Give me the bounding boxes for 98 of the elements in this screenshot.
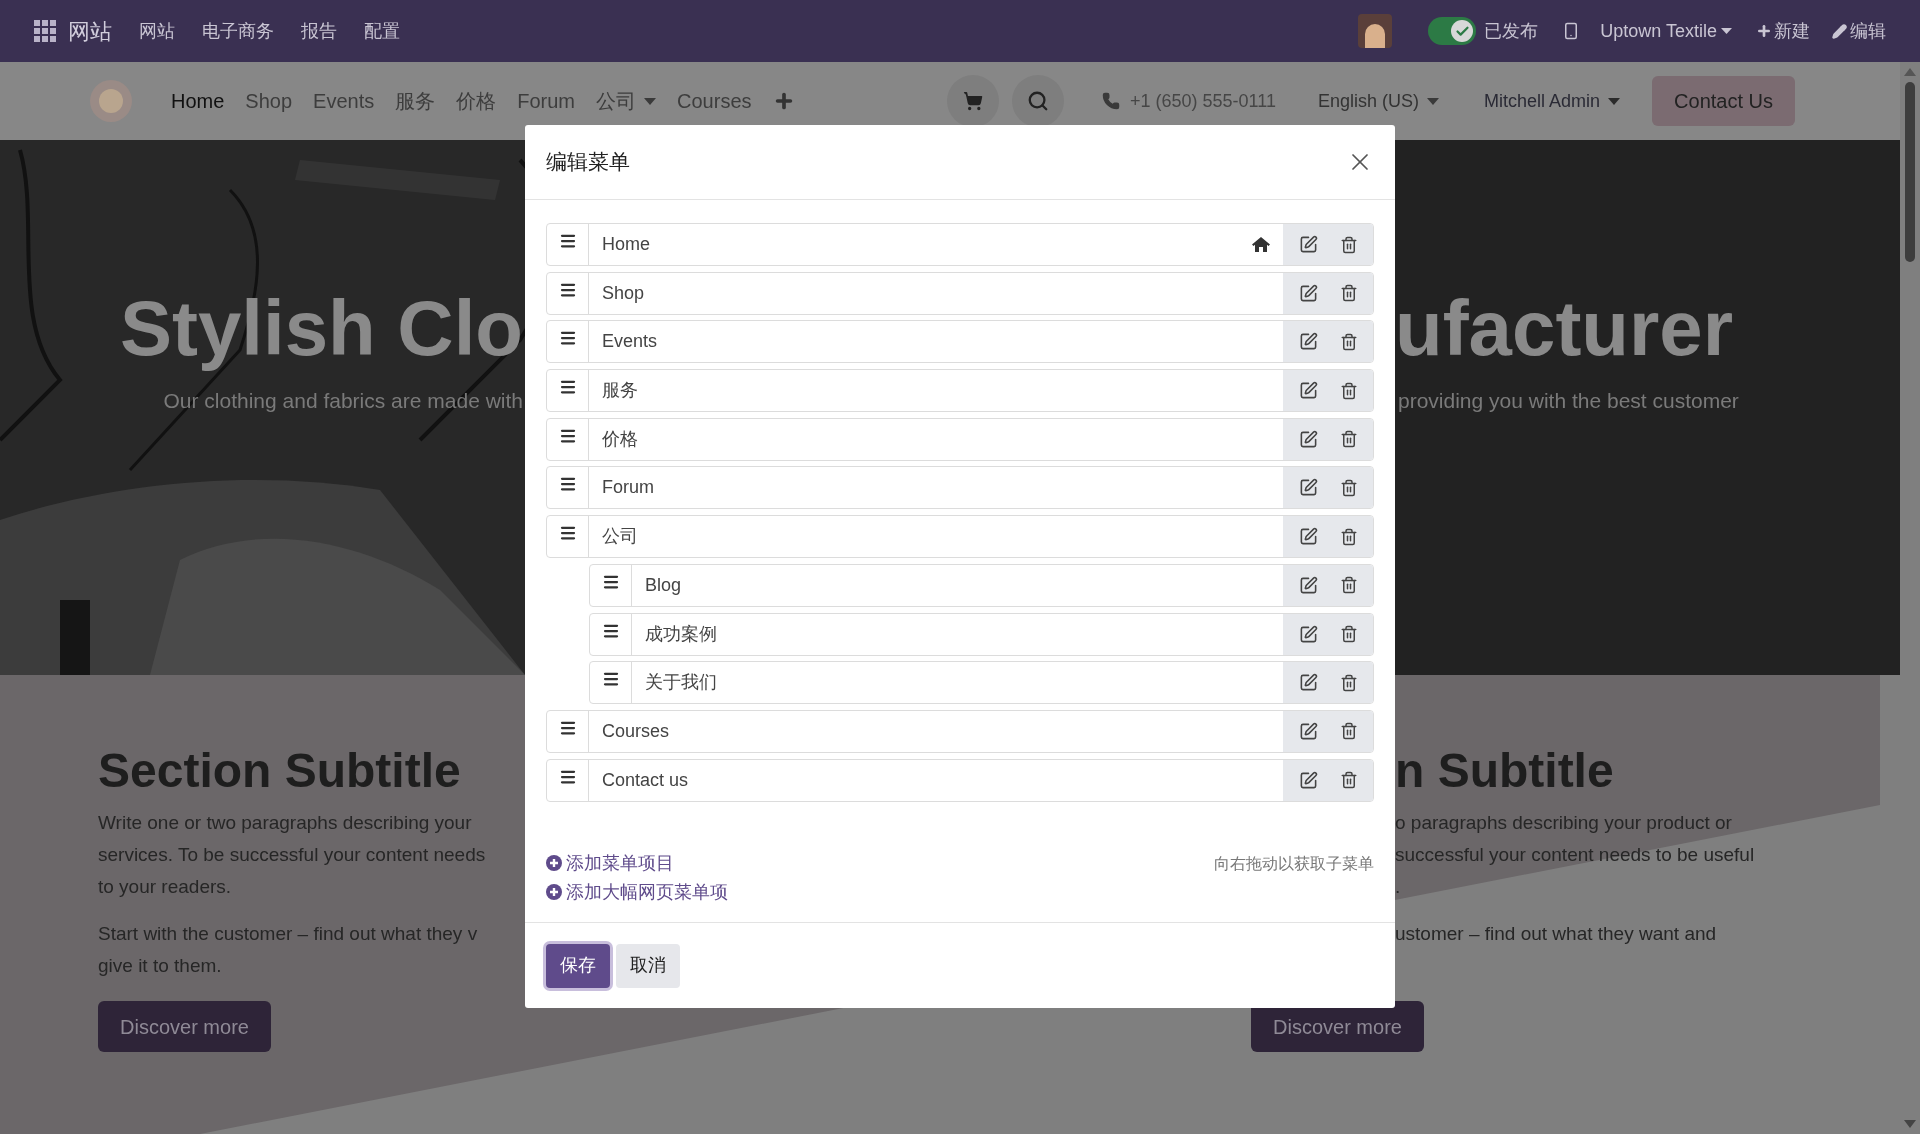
menu-item-label: Forum [602,476,654,500]
add-menu-link[interactable]: 添加大幅网页菜单项 [546,877,728,907]
edit-button[interactable]: 编辑 [1832,17,1886,45]
edit-icon[interactable] [1298,478,1318,498]
menu-item-label: Home [602,233,650,256]
edit-icon[interactable] [1298,721,1318,741]
hero-title: ufacturer [1395,283,1734,373]
delete-icon[interactable] [1339,771,1358,790]
delete-icon[interactable] [1339,722,1358,741]
edit-icon[interactable] [1298,624,1318,644]
search-icon [1027,90,1050,112]
scroll-down-icon[interactable] [1904,1120,1916,1128]
hero-title: Stylish Clo [119,283,523,373]
delete-icon[interactable] [1339,381,1358,400]
dialog-title: 编辑菜单 [546,149,630,176]
menu-item-label: Contact us [602,768,689,792]
menu-item-row[interactable]: Contact us [546,758,1374,802]
new-button[interactable]: 新建 [1756,17,1810,45]
top-menu-item[interactable]: 电子商务 [202,17,274,45]
cancel-button[interactable]: 取消 [616,943,680,988]
user-menu[interactable]: Mitchell Admin [1484,87,1621,115]
delete-icon[interactable] [1339,430,1358,449]
edit-icon[interactable] [1298,527,1318,547]
menu-item-row[interactable]: Events [546,320,1374,364]
menu-item-label: 关于我们 [645,671,717,695]
app-title[interactable]: 网站 [68,14,112,48]
add-icon [546,884,562,901]
delete-icon[interactable] [1339,478,1358,497]
delete-icon[interactable] [1339,284,1358,303]
publish-toggle[interactable] [1428,17,1477,45]
paragraph-line: . [1395,875,1402,899]
paragraph-line: ustomer – find out what they want and [1395,922,1717,946]
menu-item-label: Blog [645,573,682,597]
edit-icon[interactable] [1298,332,1318,352]
user-avatar[interactable] [1358,14,1393,48]
menu-item-row[interactable]: 关于我们 [589,661,1374,705]
menu-item-row[interactable]: 公司 [546,515,1374,559]
menu-item-row[interactable]: Home [546,223,1374,266]
nav-link[interactable]: Home [171,86,225,116]
apps-grid-icon[interactable] [34,20,56,42]
delete-icon[interactable] [1339,527,1358,546]
edit-icon[interactable] [1298,429,1318,449]
section-title: n Subtitle [1395,743,1614,799]
top-menu-item[interactable]: 配置 [364,17,400,45]
delete-icon[interactable] [1339,673,1358,692]
phone-icon [1102,92,1121,110]
menu-item-label: Courses [602,719,670,743]
save-button[interactable]: 保存 [546,943,610,988]
hero-subtitle: providing you with the best customer [1398,388,1739,414]
menu-item-row[interactable]: Shop [546,271,1374,315]
language-selector[interactable]: English (US) [1318,87,1439,115]
menu-item-label: 服务 [602,379,638,403]
menu-item-row[interactable]: 服务 [546,369,1374,413]
edit-icon[interactable] [1298,575,1318,595]
delete-icon[interactable] [1339,332,1358,351]
menu-item-label: 公司 [602,525,638,549]
delete-icon[interactable] [1339,625,1358,643]
paragraph-line: Start with the customer – find out what they v [98,922,478,946]
menu-item-row[interactable]: Courses [546,709,1374,753]
section-title: Section Subtitle [98,743,461,799]
discover-more-button[interactable]: Discover more [98,1001,271,1052]
drag-hint: 向右拖动以获取子菜单 [1214,853,1374,874]
menu-item-label: Events [602,330,658,354]
menu-item-row[interactable]: 成功案例 [589,612,1374,656]
top-menu-item[interactable]: 网站 [139,17,175,45]
menu-item-label: 价格 [602,427,638,451]
caret-icon [1427,97,1439,105]
edit-icon[interactable] [1298,673,1318,693]
delete-icon[interactable] [1339,235,1358,254]
website-switcher[interactable]: Uptown Textile [1600,17,1732,45]
delete-icon[interactable] [1339,576,1358,595]
paragraph-line: give it to them. [98,954,223,978]
publish-label: 已发布 [1484,19,1539,43]
drag-handle-icon[interactable] [558,232,577,250]
edit-icon[interactable] [1298,283,1318,303]
paragraph-line: Write one or two paragraphs describing your [98,811,473,835]
hero-subtitle: Our clothing and fabrics are made with [163,388,523,414]
plus-icon [1756,23,1772,39]
add-menu-link[interactable]: 添加菜单项目 [546,848,728,878]
menu-item-row[interactable]: Blog [589,563,1374,607]
menu-item-label: Shop [602,281,645,305]
menu-item-row[interactable]: 价格 [546,417,1374,461]
paragraph-line: to your readers. [98,875,233,899]
edit-icon[interactable] [1298,235,1318,254]
pencil-icon [1832,23,1847,39]
edit-icon[interactable] [1298,770,1318,790]
menu-item-label: 成功案例 [645,622,717,646]
paragraph-line: o paragraphs describing your product or [1395,811,1733,835]
caret-icon [1608,97,1621,105]
cart-icon [963,91,984,111]
scrollbar-thumb[interactable] [1905,82,1915,262]
paragraph-line: successful your content needs to be useful [1395,843,1755,867]
edit-icon[interactable] [1298,381,1318,401]
top-menu-item[interactable]: 报告 [301,17,337,45]
paragraph-line: services. To be successful your content needs [98,843,486,867]
menu-item-row[interactable]: Forum [546,466,1374,510]
caret-icon [1721,28,1732,34]
add-icon [546,855,562,872]
